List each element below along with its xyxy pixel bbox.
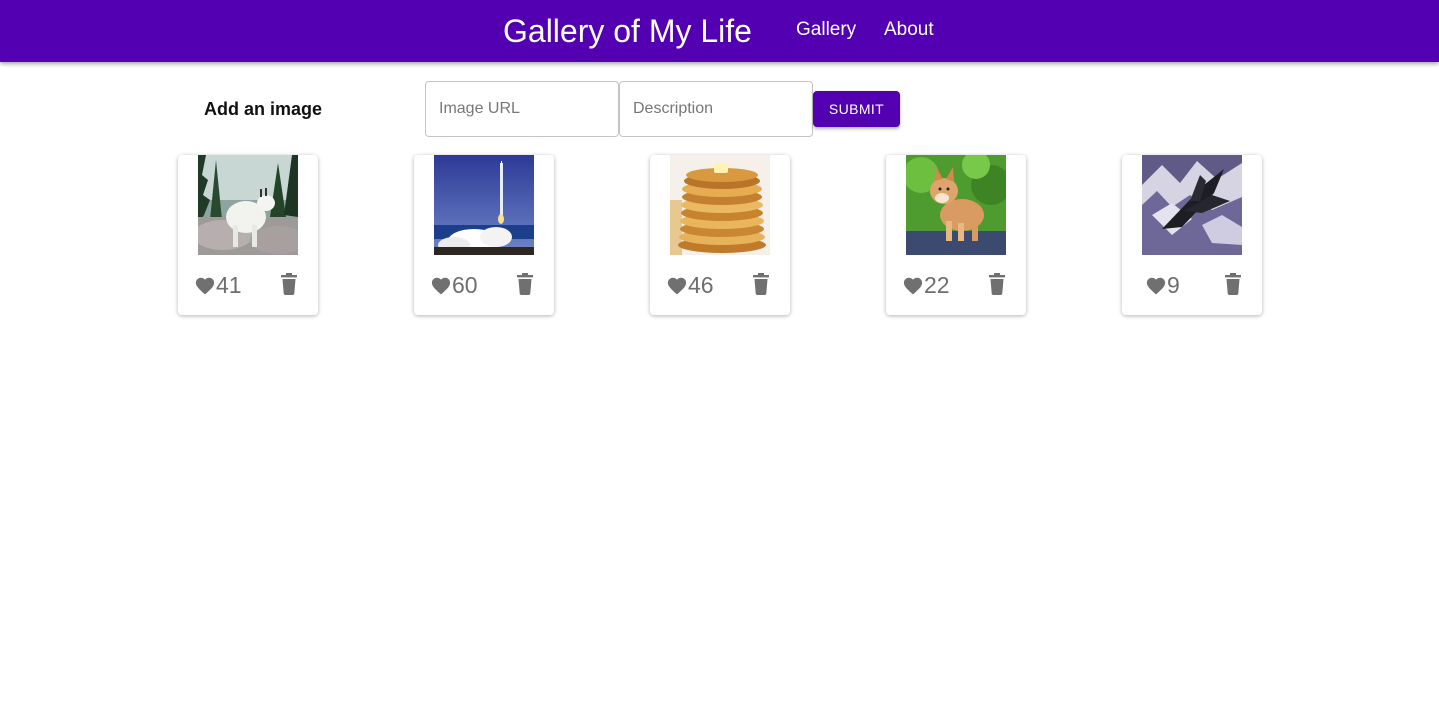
gallery-image-jet[interactable]: [1142, 155, 1242, 255]
heart-icon: [431, 277, 451, 295]
gallery-card-rocket: 60: [414, 155, 554, 315]
like-count: 60: [452, 272, 478, 298]
like-count: 41: [216, 272, 242, 298]
gallery-card-pancakes: 46: [650, 155, 790, 315]
like-count: 46: [688, 272, 714, 298]
gallery-image-puppy[interactable]: [906, 155, 1006, 255]
delete-button[interactable]: [1223, 273, 1243, 295]
heart-icon: [667, 277, 687, 295]
heart-icon: [903, 277, 923, 295]
delete-button[interactable]: [515, 273, 535, 295]
trash-icon: [989, 273, 1005, 295]
app-bar: Gallery of My Life Gallery About: [0, 0, 1439, 62]
like-button[interactable]: 46: [666, 271, 714, 299]
gallery-image-rocket[interactable]: [434, 155, 534, 255]
trash-icon: [753, 273, 769, 295]
gallery-card-goat: 41: [178, 155, 318, 315]
add-image-label: Add an image: [204, 99, 323, 119]
delete-button[interactable]: [279, 273, 299, 295]
gallery-image-goat[interactable]: [198, 155, 298, 255]
like-button[interactable]: 9: [1145, 271, 1180, 299]
heart-icon: [1146, 277, 1166, 295]
delete-button[interactable]: [751, 273, 771, 295]
delete-button[interactable]: [987, 273, 1007, 295]
like-count: 22: [924, 272, 950, 298]
nav-link-gallery[interactable]: Gallery: [796, 18, 856, 42]
gallery-card-puppy: 22: [886, 155, 1026, 315]
trash-icon: [281, 273, 297, 295]
like-button[interactable]: 22: [902, 271, 950, 299]
submit-button[interactable]: SUBMIT: [813, 91, 900, 127]
heart-icon: [195, 277, 215, 295]
like-button[interactable]: 41: [194, 271, 242, 299]
trash-icon: [1225, 273, 1241, 295]
like-button[interactable]: 60: [430, 271, 478, 299]
like-count: 9: [1167, 272, 1180, 298]
gallery-card-jet: 9: [1122, 155, 1262, 315]
trash-icon: [517, 273, 533, 295]
gallery-image-pancakes[interactable]: [670, 155, 770, 255]
app-title: Gallery of My Life: [503, 13, 752, 49]
description-input[interactable]: [619, 81, 813, 137]
image-url-input[interactable]: [425, 81, 619, 137]
nav-link-about[interactable]: About: [884, 18, 934, 42]
